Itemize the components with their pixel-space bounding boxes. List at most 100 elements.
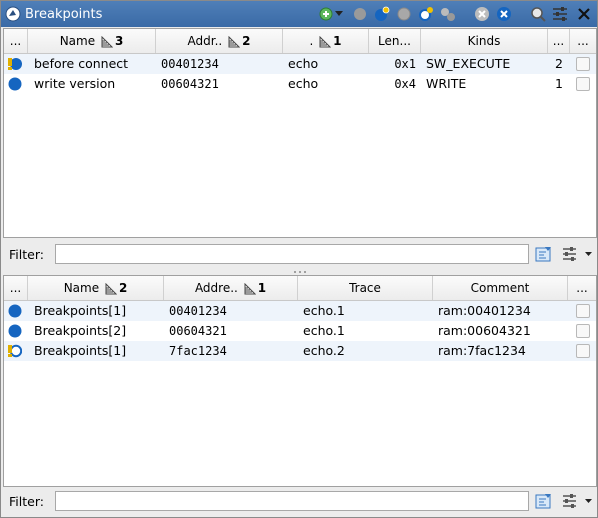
delete-button[interactable] xyxy=(495,5,513,23)
configure-button[interactable] xyxy=(551,5,569,23)
breakpoint-warning-icon xyxy=(8,58,22,70)
cell-address: 00401234 xyxy=(169,304,227,318)
multi-circles-icon xyxy=(441,8,455,21)
cell-address: 00401234 xyxy=(161,57,219,71)
filter-view-button[interactable] xyxy=(529,5,547,23)
table-row[interactable]: Breakpoints[2] 00604321 echo.1 ram:00604… xyxy=(4,321,596,341)
column-header-state[interactable]: ... xyxy=(4,29,28,53)
locations-table: ... Name 2 Addre.. 1 Trace Comment ... B… xyxy=(3,275,597,487)
sort-ascending-icon xyxy=(101,35,113,47)
filter-bar-top: Filter: xyxy=(3,240,595,268)
sort-ascending-icon xyxy=(244,282,256,294)
close-button[interactable] xyxy=(575,5,593,23)
filter-label: Filter: xyxy=(9,494,44,509)
column-header-address[interactable]: Addre.. 1 xyxy=(164,276,298,300)
cell-trace: echo.2 xyxy=(303,343,345,358)
cell-trace: echo.1 xyxy=(303,303,345,318)
column-header-length[interactable]: Len... xyxy=(369,29,421,53)
blue-ring-enable-icon xyxy=(419,7,433,21)
gray-circle-all-icon xyxy=(397,7,411,21)
blue-circle-enable-icon xyxy=(375,6,390,21)
cell-kinds: SW_EXECUTE xyxy=(426,56,511,71)
breakpoints-table: ... Name 3 Addr.. 2 . 1 Len... Kinds ...… xyxy=(3,28,597,238)
cell-address: 00604321 xyxy=(169,324,227,338)
sort-ascending-icon xyxy=(105,282,117,294)
splitter-handle[interactable] xyxy=(293,270,307,274)
breakpoints-window: Breakpoints ... Name 3 Addr.. 2 . 1 Len.… xyxy=(0,0,598,518)
filter-input[interactable] xyxy=(55,491,529,511)
breakpoint-enabled-icon xyxy=(8,77,22,91)
table-row[interactable]: write version 00604321 echo 0x4 WRITE 1 xyxy=(4,74,596,94)
column-header-address[interactable]: Addr.. 2 xyxy=(156,29,283,53)
breakpoint-enabled-icon xyxy=(8,304,22,318)
enable-all-button[interactable] xyxy=(417,5,435,23)
column-header-trace[interactable]: Trace xyxy=(298,276,433,300)
cell-comment: ram:7fac1234 xyxy=(438,343,526,358)
disable-all-button[interactable] xyxy=(395,5,413,23)
column-header-image[interactable]: . 1 xyxy=(283,29,369,53)
clear-button[interactable] xyxy=(473,5,491,23)
cell-comment: ram:00401234 xyxy=(438,303,531,318)
cell-length: 0x4 xyxy=(394,77,416,91)
sleigh-checkbox[interactable] xyxy=(576,304,590,318)
cell-count: 2 xyxy=(555,56,563,71)
column-header-kinds[interactable]: Kinds xyxy=(421,29,548,53)
blue-x-circle-icon xyxy=(497,7,511,21)
filter-bar-bottom: Filter: xyxy=(3,487,595,515)
sort-ascending-icon xyxy=(228,35,241,47)
filter-options-icon[interactable] xyxy=(535,245,553,263)
add-dropdown-button[interactable] xyxy=(333,5,345,23)
sliders-icon[interactable] xyxy=(561,492,579,510)
title-bar: Breakpoints xyxy=(1,1,597,27)
column-header-sleigh[interactable]: ... xyxy=(568,276,596,300)
sliders-icon[interactable] xyxy=(561,245,579,263)
breakpoints-table-header: ... Name 3 Addr.. 2 . 1 Len... Kinds ...… xyxy=(4,29,596,54)
sliders-icon xyxy=(553,7,567,21)
chevron-down-icon[interactable] xyxy=(585,499,592,504)
chevron-down-icon xyxy=(335,11,343,16)
make-breakpoints-button[interactable] xyxy=(439,5,457,23)
table-row[interactable]: Breakpoints[1] 00401234 echo.1 ram:00401… xyxy=(4,301,596,321)
cell-name: write version xyxy=(34,76,116,91)
table-row[interactable]: Breakpoints[1] 7fac1234 echo.2 ram:7fac1… xyxy=(4,341,596,361)
chevron-down-icon[interactable] xyxy=(585,252,592,257)
locations-table-header: ... Name 2 Addre.. 1 Trace Comment ... xyxy=(4,276,596,301)
cell-kinds: WRITE xyxy=(426,76,467,91)
cell-trace: echo.1 xyxy=(303,323,345,338)
cell-length: 0x1 xyxy=(394,57,416,71)
cell-address: 7fac1234 xyxy=(169,344,227,358)
column-header-state[interactable]: ... xyxy=(4,276,28,300)
sleigh-checkbox[interactable] xyxy=(576,324,590,338)
cell-name: Breakpoints[1] xyxy=(34,303,127,318)
cell-image: echo xyxy=(288,76,319,91)
cell-name: before connect xyxy=(34,56,129,71)
column-header-comment[interactable]: Comment xyxy=(433,276,568,300)
plus-circle-icon xyxy=(319,7,333,21)
column-header-name[interactable]: Name 3 xyxy=(28,29,156,53)
filter-options-icon[interactable] xyxy=(535,492,553,510)
window-title: Breakpoints xyxy=(25,7,103,22)
column-header-sleigh[interactable]: ... xyxy=(570,29,596,53)
sleigh-checkbox[interactable] xyxy=(576,344,590,358)
gray-x-circle-icon xyxy=(475,7,489,21)
sleigh-checkbox[interactable] xyxy=(576,57,590,71)
ghidra-dragon-icon xyxy=(5,6,21,22)
filter-label: Filter: xyxy=(9,247,44,262)
cell-count: 1 xyxy=(555,76,563,91)
cell-address: 00604321 xyxy=(161,77,219,91)
breakpoint-warning-outline-icon xyxy=(8,344,22,358)
cell-comment: ram:00604321 xyxy=(438,323,531,338)
cell-name: Breakpoints[2] xyxy=(34,323,127,338)
disable-breakpoint-button[interactable] xyxy=(351,5,369,23)
gray-circle-icon xyxy=(354,8,366,20)
close-icon xyxy=(578,8,590,20)
table-row[interactable]: before connect 00401234 echo 0x1 SW_EXEC… xyxy=(4,54,596,74)
filter-input[interactable] xyxy=(55,244,529,264)
column-header-count[interactable]: ... xyxy=(548,29,570,53)
column-header-name[interactable]: Name 2 xyxy=(28,276,164,300)
cell-name: Breakpoints[1] xyxy=(34,343,127,358)
cell-image: echo xyxy=(288,56,319,71)
magnifier-icon xyxy=(531,7,546,22)
sleigh-checkbox[interactable] xyxy=(576,77,590,91)
enable-breakpoint-button[interactable] xyxy=(373,5,391,23)
